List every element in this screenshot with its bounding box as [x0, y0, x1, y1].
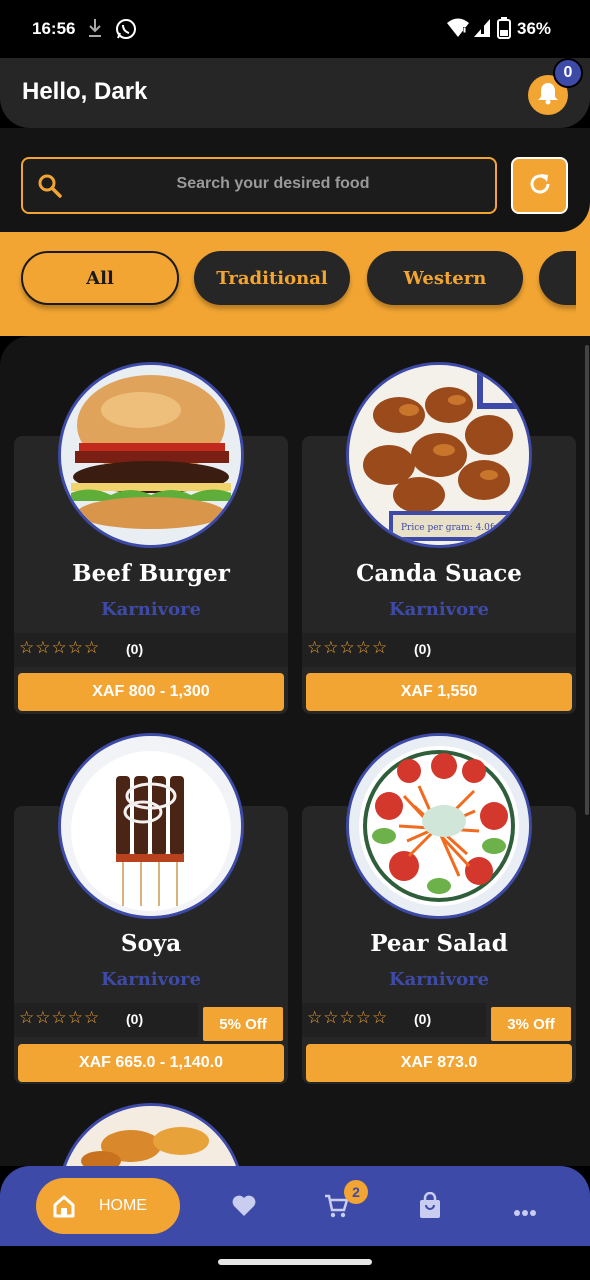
- discount-label: Off: [533, 1015, 555, 1033]
- status-time: 16:56: [32, 19, 76, 38]
- rating-stars-icon: ☆☆☆☆☆: [307, 1008, 389, 1028]
- price-button[interactable]: XAF 800 - 1,300: [18, 673, 284, 711]
- price-button[interactable]: XAF 665.0 - 1,140.0: [18, 1044, 284, 1082]
- product-vendor[interactable]: Karnivore: [14, 969, 288, 990]
- rating-row: ☆☆☆☆☆ (0): [302, 1003, 486, 1037]
- rating-stars-icon: ☆☆☆☆☆: [19, 638, 101, 658]
- bell-icon: [537, 81, 559, 109]
- rating-row: ☆☆☆☆☆ (0): [14, 633, 288, 667]
- gesture-handle[interactable]: [218, 1259, 372, 1265]
- greeting-text: Hello, Dark: [22, 78, 148, 105]
- heart-icon[interactable]: [231, 1194, 257, 1222]
- price-button[interactable]: XAF 873.0: [306, 1044, 572, 1082]
- signal-icon: [472, 17, 492, 43]
- whatsapp-icon: [114, 17, 138, 45]
- more-icon[interactable]: [513, 1202, 537, 1221]
- discount-badge: 3% Off: [491, 1007, 571, 1041]
- category-chip-all[interactable]: All: [21, 251, 179, 305]
- scrollbar[interactable]: [585, 345, 589, 815]
- product-image-soya[interactable]: [58, 733, 244, 919]
- nav-home-label: HOME: [99, 1197, 147, 1214]
- product-name: Canda Suace: [356, 560, 522, 587]
- product-image-pear-salad[interactable]: [346, 733, 532, 919]
- download-icon: [86, 17, 104, 43]
- rating-row: ☆☆☆☆☆ (0): [302, 633, 576, 667]
- product-image-canda-suace[interactable]: Price per gram: 4.0frs: [346, 362, 532, 548]
- rating-count: (0): [126, 641, 144, 657]
- rating-row: ☆☆☆☆☆ (0): [14, 1003, 198, 1037]
- notification-badge: 0: [553, 58, 583, 88]
- home-icon: [52, 1194, 76, 1222]
- discount-badge: 5% Off: [203, 1007, 283, 1041]
- product-vendor[interactable]: Karnivore: [302, 599, 576, 620]
- discount-value: 5%: [219, 1015, 241, 1033]
- image-overlay-text: Price per gram: 4.0frs: [401, 523, 503, 533]
- rating-count: (0): [126, 1011, 144, 1027]
- product-vendor[interactable]: Karnivore: [302, 969, 576, 990]
- battery-percent: 36%: [517, 19, 552, 38]
- discount-value: 3%: [507, 1015, 529, 1033]
- product-image-beef-burger[interactable]: [58, 362, 244, 548]
- product-name: Beef Burger: [72, 560, 230, 587]
- rating-count: (0): [414, 1011, 432, 1027]
- discount-label: Off: [245, 1015, 267, 1033]
- rating-stars-icon: ☆☆☆☆☆: [19, 1008, 101, 1028]
- refresh-button[interactable]: [511, 157, 568, 214]
- refresh-icon: [526, 170, 554, 202]
- category-scroller[interactable]: All Traditional Western: [0, 232, 576, 336]
- product-name: Pear Salad: [370, 930, 508, 957]
- bag-icon[interactable]: [418, 1191, 442, 1224]
- category-chip-western[interactable]: Western: [367, 251, 523, 305]
- product-image-partial[interactable]: [58, 1103, 244, 1166]
- search-icon: [36, 172, 64, 204]
- search-placeholder: Search your desired food: [176, 175, 370, 192]
- product-name: Soya: [120, 930, 182, 957]
- price-button[interactable]: XAF 1,550: [306, 673, 572, 711]
- product-vendor[interactable]: Karnivore: [14, 599, 288, 620]
- wifi-icon: [446, 17, 470, 43]
- category-chip-more[interactable]: [539, 251, 576, 305]
- category-chip-traditional[interactable]: Traditional: [194, 251, 350, 305]
- rating-stars-icon: ☆☆☆☆☆: [307, 638, 389, 658]
- rating-count: (0): [414, 641, 432, 657]
- cart-badge: 2: [344, 1180, 368, 1204]
- product-grid: Beef Burger Karnivore ☆☆☆☆☆ (0) XAF 800 …: [0, 336, 590, 1166]
- battery-icon: [497, 17, 511, 43]
